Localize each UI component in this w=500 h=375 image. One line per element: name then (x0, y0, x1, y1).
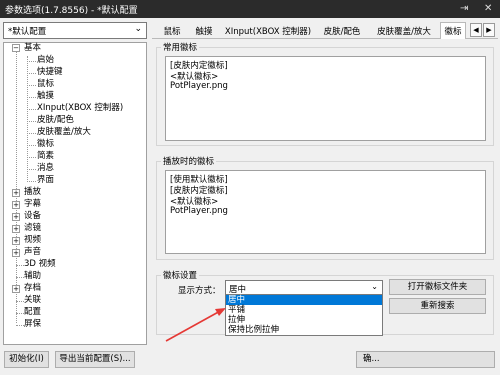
logo-settings-title: 徽标设置 (161, 269, 200, 281)
tab-touch[interactable]: 触摸 (190, 23, 218, 39)
tree-item-mouse[interactable]: 鼠标 (37, 79, 54, 90)
tree-item-hotkeys[interactable]: 快捷键 (37, 67, 63, 78)
tree-item-interface[interactable]: 界面 (37, 175, 54, 186)
tree-item-devices[interactable]: 设备 (24, 211, 41, 222)
profile-select-value: *默认配置 (8, 27, 47, 37)
tree-item-accessibility[interactable]: 辅助 (24, 271, 41, 282)
settings-tree[interactable]: − 基本 启始 快捷键 鼠标 触摸 XInput(XBOX 控制器) 皮肤/配色… (3, 42, 147, 345)
tree-line (27, 181, 36, 182)
open-logo-folder-button[interactable]: 打开徽标文件夹 (389, 279, 486, 295)
tab-scroll-left-icon[interactable]: ◀ (470, 23, 482, 37)
tree-item-config[interactable]: 配置 (24, 307, 41, 318)
common-logo-title: 常用徽标 (161, 41, 200, 53)
tree-item-archive[interactable]: 存档 (24, 283, 41, 294)
dropdown-option-stretch[interactable]: 拉伸 (226, 315, 382, 325)
dropdown-option-center[interactable]: 居中 (226, 295, 382, 305)
tree-line (27, 73, 36, 74)
tab-label: XInput(XBOX 控制器) (224, 27, 312, 37)
expander-icon[interactable]: − (12, 44, 20, 52)
tree-item-simple[interactable]: 简素 (37, 151, 54, 162)
tree-line (16, 325, 24, 326)
chevron-down-icon: ⌄ (371, 282, 378, 291)
tree-item-filters[interactable]: 滤镜 (24, 223, 41, 234)
playing-logo-title: 播放时的徽标 (161, 155, 217, 167)
expander-icon[interactable]: + (12, 285, 20, 293)
chevron-down-icon: ⌄ (134, 24, 142, 34)
tree-item-audio[interactable]: 声音 (24, 247, 41, 258)
tab-skin-color[interactable]: 皮肤/配色 (317, 23, 367, 39)
tab-logo[interactable]: 徽标 (440, 22, 466, 39)
common-logo-list[interactable]: [皮肤内定徽标] <默认徽标> PotPlayer.png (165, 56, 486, 141)
tree-line (27, 97, 36, 98)
tab-mouse[interactable]: 鼠标 (158, 23, 186, 39)
expander-icon[interactable]: + (12, 201, 20, 209)
tree-item-xinput[interactable]: XInput(XBOX 控制器) (37, 103, 123, 114)
close-icon[interactable]: ✕ (484, 3, 492, 15)
tree-line (16, 265, 24, 266)
expander-icon[interactable]: + (12, 189, 20, 197)
tree-line (16, 277, 24, 278)
tree-item-startup[interactable]: 启始 (37, 55, 54, 66)
tab-label: 鼠标 (163, 27, 181, 37)
tree-line (27, 56, 28, 182)
window-title: 参数选项(1.7.8556) - *默认配置 (5, 6, 138, 16)
display-mode-dropdown[interactable]: 居中 平铺 拉伸 保持比例拉伸 (225, 294, 383, 336)
bottom-bar: 初始化(I) 导出当前配置(S)... 确... (0, 347, 500, 375)
tab-label: 皮肤覆盖/放大 (377, 27, 431, 37)
tree-item-skin-color[interactable]: 皮肤/配色 (37, 115, 74, 126)
tree-line (27, 145, 36, 146)
tree-line (27, 133, 36, 134)
tree-item-association[interactable]: 关联 (24, 295, 41, 306)
tree-line (16, 301, 24, 302)
tree-line (16, 313, 24, 314)
expander-icon[interactable]: + (12, 213, 20, 221)
display-mode-label: 显示方式： (178, 286, 221, 296)
tree-line (27, 109, 36, 110)
tab-skin-overlay[interactable]: 皮肤覆盖/放大 (369, 23, 439, 39)
list-item[interactable]: PotPlayer.png (170, 206, 228, 216)
pin-icon[interactable]: ⇥ (460, 3, 468, 15)
tree-line (27, 85, 36, 86)
tree-item-touch[interactable]: 触摸 (37, 91, 54, 102)
expander-icon[interactable]: + (12, 225, 20, 233)
tab-bar: 鼠标 触摸 XInput(XBOX 控制器) 皮肤/配色 皮肤覆盖/放大 徽标 … (152, 22, 498, 39)
title-bar: 参数选项(1.7.8556) - *默认配置 ⇥ ✕ (0, 0, 500, 18)
export-config-button[interactable]: 导出当前配置(S)... (55, 351, 135, 368)
ok-button[interactable]: 确... (356, 351, 495, 368)
tree-item-basic[interactable]: 基本 (24, 43, 41, 54)
init-button[interactable]: 初始化(I) (4, 351, 49, 368)
tree-line (27, 169, 36, 170)
tree-line (27, 121, 36, 122)
tree-item-subtitles[interactable]: 字幕 (24, 199, 41, 210)
expander-icon[interactable]: + (12, 249, 20, 257)
tab-label: 触摸 (195, 27, 213, 37)
tree-item-playback[interactable]: 播放 (24, 187, 41, 198)
tree-line (27, 61, 36, 62)
tab-scroll-right-icon[interactable]: ▶ (483, 23, 495, 37)
list-item[interactable]: PotPlayer.png (170, 81, 228, 91)
tree-item-3d-video[interactable]: 3D 视频 (24, 259, 56, 270)
tree-item-skin-overlay[interactable]: 皮肤覆盖/放大 (37, 127, 91, 138)
rescan-button[interactable]: 重新搜索 (389, 298, 486, 314)
tab-xinput[interactable]: XInput(XBOX 控制器) (222, 23, 314, 39)
playing-logo-list[interactable]: [使用默认徽标] [皮肤内定徽标] <默认徽标> PotPlayer.png (165, 170, 486, 254)
profile-select[interactable]: *默认配置 ⌄ (3, 22, 147, 39)
dropdown-option-tile[interactable]: 平铺 (226, 305, 382, 315)
tab-label: 徽标 (444, 27, 462, 37)
tree-item-messages[interactable]: 消息 (37, 163, 54, 174)
tree-item-screensaver[interactable]: 屏保 (24, 319, 41, 330)
tree-item-video[interactable]: 视频 (24, 235, 41, 246)
tree-item-logo[interactable]: 徽标 (37, 139, 54, 150)
dropdown-option-keep-ratio[interactable]: 保持比例拉伸 (226, 325, 382, 335)
display-mode-select[interactable]: 居中 ⌄ (225, 280, 383, 295)
tree-line (27, 157, 36, 158)
tab-label: 皮肤/配色 (323, 27, 361, 37)
expander-icon[interactable]: + (12, 237, 20, 245)
tree-line (16, 52, 17, 323)
